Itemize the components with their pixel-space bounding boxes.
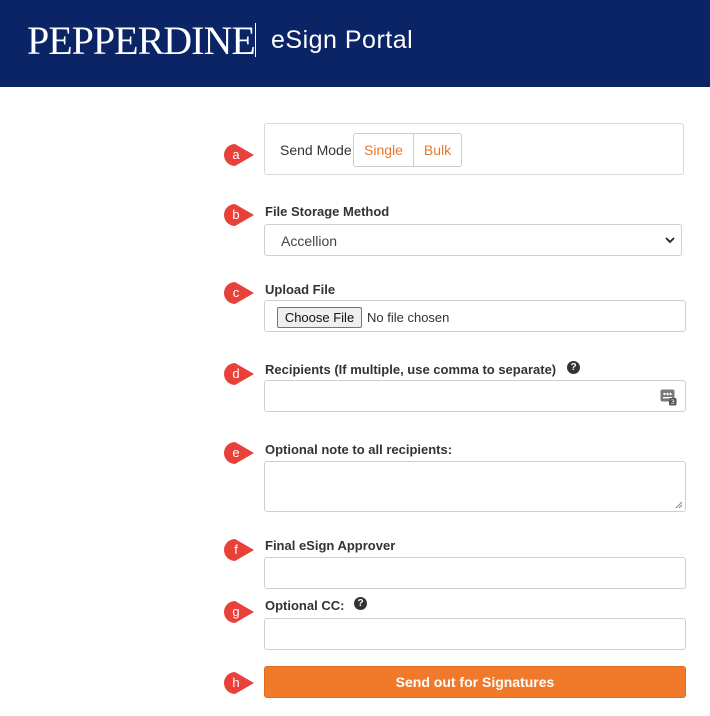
file-upload-field: Choose File No file chosen xyxy=(264,300,686,332)
approver-label: Final eSign Approver xyxy=(265,538,396,553)
choose-file-button[interactable]: Choose File xyxy=(277,307,362,328)
single-mode-button[interactable]: Single xyxy=(353,133,414,167)
annotation-marker: h xyxy=(223,671,255,695)
bulk-mode-button[interactable]: Bulk xyxy=(413,133,462,167)
annotation-marker: c xyxy=(223,281,255,305)
marker-letter: g xyxy=(232,604,240,619)
marker-letter: a xyxy=(232,147,240,162)
marker-letter: b xyxy=(232,207,240,222)
upload-file-label: Upload File xyxy=(265,282,336,297)
marker-letter: c xyxy=(232,285,240,300)
resize-grip-icon[interactable] xyxy=(675,501,683,509)
note-textarea[interactable] xyxy=(264,461,686,512)
annotation-marker: g xyxy=(223,600,255,624)
marker-letter: e xyxy=(232,445,240,460)
help-icon[interactable]: ? xyxy=(567,361,580,374)
annotation-marker: e xyxy=(223,441,255,465)
portal-title: eSign Portal xyxy=(271,26,414,54)
send-mode-label: Send Mode: xyxy=(280,142,356,158)
note-label: Optional note to all recipients: xyxy=(265,442,453,457)
marker-letter: d xyxy=(232,366,240,381)
cc-input[interactable] xyxy=(264,618,686,650)
pepperdine-logo[interactable]: PEPPERDINE xyxy=(27,19,256,63)
cc-label: Optional CC: xyxy=(265,598,345,613)
recipients-label: Recipients (If multiple, use comma to se… xyxy=(265,362,557,377)
send-for-signatures-button[interactable]: Send out for Signatures xyxy=(264,666,686,698)
chevron-down-icon xyxy=(665,237,675,244)
recipients-input[interactable]: 3 xyxy=(264,380,686,412)
portal-header: PEPPERDINE eSign Portal xyxy=(0,0,710,87)
file-storage-select[interactable]: Accellion xyxy=(264,224,682,256)
marker-letter: h xyxy=(232,675,240,690)
header-divider xyxy=(255,23,256,57)
help-icon[interactable]: ? xyxy=(354,597,367,610)
file-storage-selected-value: Accellion xyxy=(281,233,338,249)
marker-letter: f xyxy=(234,542,238,557)
annotation-marker: d xyxy=(223,362,255,386)
send-mode-group: Send Mode: Single Bulk xyxy=(264,123,684,175)
annotation-marker: f xyxy=(223,538,255,562)
svg-text:3: 3 xyxy=(671,398,675,406)
annotation-marker: b xyxy=(223,203,255,227)
annotation-marker: a xyxy=(223,143,255,167)
contacts-icon[interactable]: 3 xyxy=(660,389,677,406)
file-storage-label: File Storage Method xyxy=(265,204,390,219)
approver-input[interactable] xyxy=(264,557,686,589)
file-status-text: No file chosen xyxy=(367,310,450,325)
